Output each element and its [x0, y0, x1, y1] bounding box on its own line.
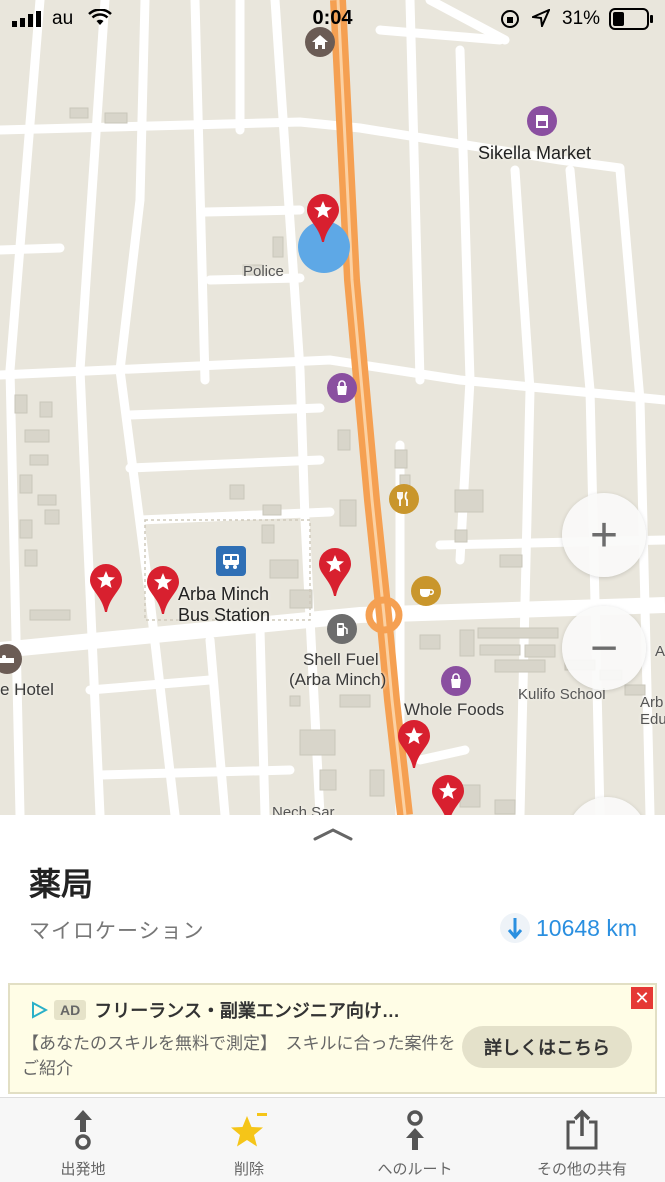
minus-icon: −	[589, 621, 619, 675]
tab-route-to[interactable]: へのルート	[332, 1098, 498, 1182]
close-icon[interactable]: ✕	[631, 987, 653, 1009]
place-sheet[interactable]: 薬局 マイロケーション 10648 km	[0, 815, 665, 985]
arrow-down-icon	[499, 913, 530, 943]
place-title: 薬局	[29, 866, 94, 902]
battery-percent: 31%	[562, 8, 601, 29]
cafe-icon[interactable]	[411, 576, 441, 606]
restaurant-icon[interactable]	[389, 484, 419, 514]
distance-value: 10648 km	[535, 914, 637, 941]
tab-label: 削除	[233, 1161, 264, 1178]
label-bus-station-2: Bus Station	[178, 605, 271, 625]
home-icon[interactable]	[305, 27, 335, 57]
tab-label: その他の共有	[536, 1161, 627, 1178]
label-hotel: e Hotel	[0, 680, 54, 699]
route-to-icon	[332, 1108, 498, 1152]
label-right-edge: A	[655, 643, 665, 660]
orientation-lock-icon	[501, 10, 519, 28]
shopping-bag-icon-2[interactable]	[441, 666, 471, 696]
bookmark-pin[interactable]	[317, 546, 353, 600]
label-bottom-partial: Nech Sar	[272, 804, 335, 815]
label-shell-1: Shell Fuel	[303, 650, 379, 669]
battery-icon	[609, 8, 653, 30]
play-ad-icon	[32, 1001, 48, 1019]
bookmark-pin[interactable]	[145, 564, 181, 618]
status-bar: au 0:04 31%	[0, 0, 665, 38]
zoom-in-button[interactable]: +	[562, 493, 646, 577]
tab-label: 出発地	[60, 1161, 106, 1178]
star-remove-icon	[166, 1108, 332, 1152]
bottom-toolbar: 出発地 削除 へのルート その他の共有	[0, 1097, 665, 1182]
bookmark-pin[interactable]	[396, 718, 432, 772]
tab-start-point[interactable]: 出発地	[0, 1098, 166, 1182]
place-subtitle: マイロケーション	[29, 920, 205, 943]
market-icon[interactable]	[527, 106, 557, 136]
map-view[interactable]: au 0:04 31% Sikella Market Police Arba M…	[0, 0, 665, 815]
label-police: Police	[243, 263, 284, 280]
ad-body: 【あなたのスキルを無料で測定】 スキルに合った案件をご紹介	[22, 1034, 456, 1078]
bookmark-pin[interactable]	[430, 773, 466, 815]
ad-header: AD フリーランス・副業エンジニア向け…	[30, 997, 400, 1023]
ad-banner[interactable]: AD フリーランス・副業エンジニア向け… 【あなたのスキルを無料で測定】 スキル…	[8, 983, 657, 1094]
distance-indicator: 10648 km	[499, 913, 637, 943]
ad-badge: AD	[54, 1000, 87, 1020]
fuel-station-icon[interactable]	[327, 614, 357, 644]
shopping-bag-icon[interactable]	[327, 373, 357, 403]
tab-delete[interactable]: 削除	[166, 1098, 332, 1182]
share-icon	[499, 1108, 665, 1152]
label-whole-foods: Whole Foods	[404, 700, 505, 719]
tab-label: へのルート	[377, 1161, 453, 1178]
start-point-icon	[0, 1108, 166, 1152]
label-arba-edu-2: Edu	[640, 711, 665, 728]
bus-station-icon[interactable]	[216, 546, 246, 576]
chevron-up-icon[interactable]	[313, 827, 353, 841]
ad-title[interactable]: フリーランス・副業エンジニア向け…	[94, 997, 400, 1023]
tab-share[interactable]: その他の共有	[499, 1098, 665, 1182]
bookmark-pin[interactable]	[88, 562, 124, 616]
location-arrow-icon	[532, 9, 550, 27]
zoom-out-button[interactable]: −	[562, 606, 646, 690]
ad-cta-button[interactable]: 詳しくはこちら	[462, 1026, 632, 1068]
label-sikella-market: Sikella Market	[478, 143, 592, 163]
plus-icon: +	[589, 508, 619, 562]
bookmark-pin[interactable]	[305, 192, 341, 246]
label-shell-2: (Arba Minch)	[289, 670, 387, 689]
label-bus-station-1: Arba Minch	[178, 584, 270, 604]
